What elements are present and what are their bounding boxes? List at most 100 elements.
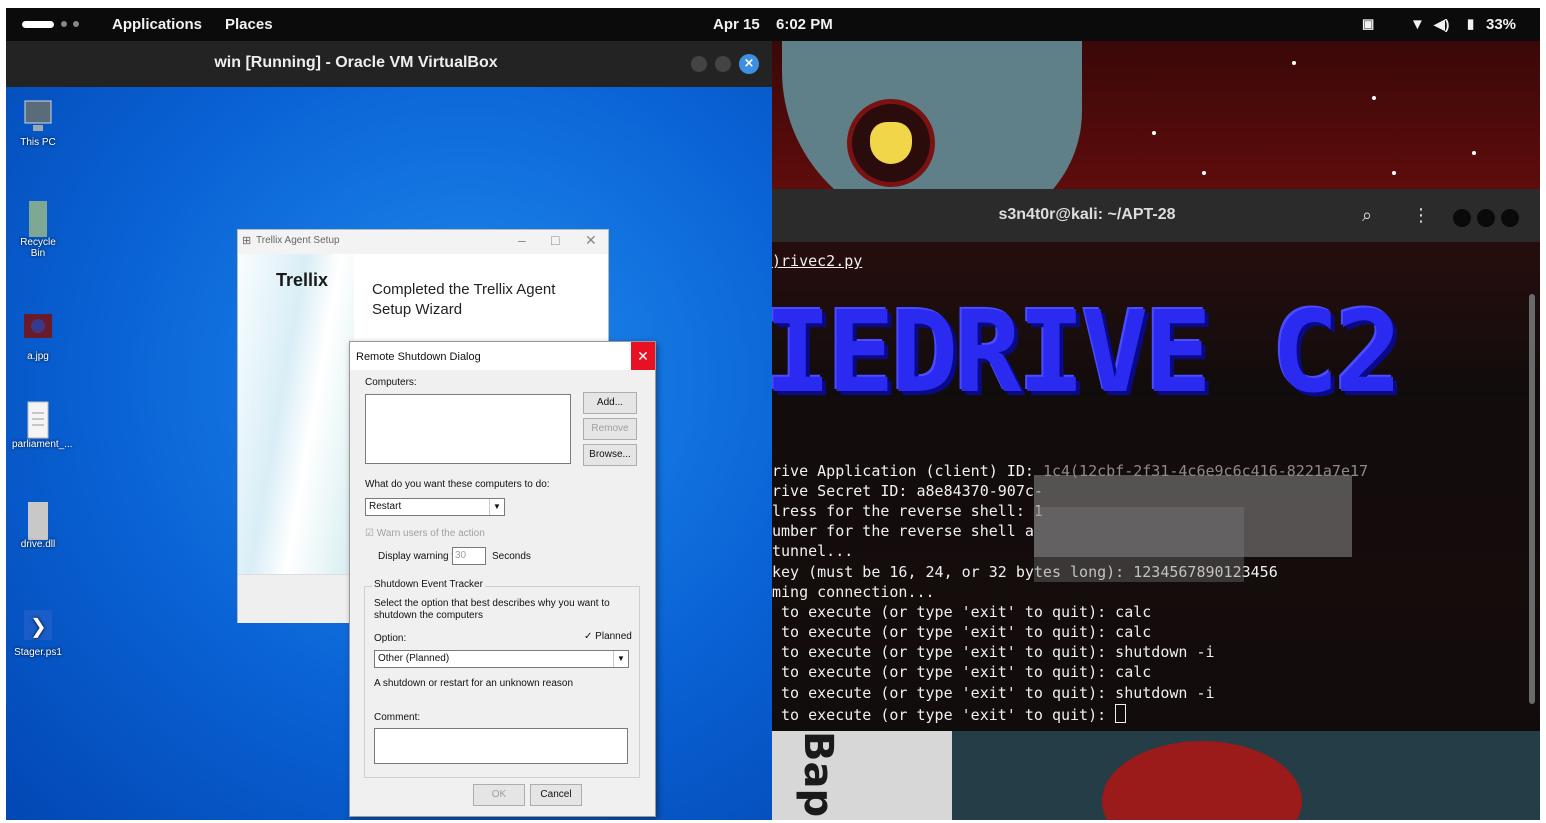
- terminal-output[interactable]: )rivec2.py IEDRIVE C2 rive Application (…: [772, 242, 1527, 731]
- trellix-side-banner: [238, 254, 354, 574]
- trellix-window-title: Trellix Agent Setup: [256, 235, 340, 246]
- desktop-icon-label: drive.dll: [20, 539, 56, 550]
- chevron-down-icon: ▼: [613, 651, 628, 667]
- browse-button[interactable]: Browse...: [583, 444, 637, 466]
- shutdown-titlebar[interactable]: Remote Shutdown Dialog ✕: [350, 342, 655, 370]
- desktop-icon-parliament[interactable]: parliament_...: [12, 401, 73, 450]
- shutdown-title: Remote Shutdown Dialog: [356, 351, 481, 363]
- remote-shutdown-dialog: Remote Shutdown Dialog ✕ Computers: Add.…: [349, 341, 656, 817]
- planned-checkbox[interactable]: ✓ Planned: [584, 631, 632, 642]
- action-label: What do you want these computers to do:: [365, 479, 550, 490]
- image-file-icon: [23, 313, 53, 347]
- wallpaper-emblem: [847, 99, 935, 187]
- terminal-scrollbar[interactable]: [1529, 294, 1535, 704]
- menu-icon[interactable]: ⋮: [1412, 205, 1430, 226]
- comment-label: Comment:: [374, 712, 421, 723]
- volume-icon[interactable]: ◀): [1434, 16, 1449, 33]
- planned-label: Planned: [595, 631, 632, 642]
- battery-percent: 33%: [1486, 16, 1517, 33]
- wallpaper-text: Bap: [795, 731, 841, 818]
- terminal-line: ming connection...: [772, 583, 935, 601]
- maximize-button[interactable]: [715, 56, 731, 72]
- comment-textarea[interactable]: [374, 728, 628, 764]
- trellix-titlebar[interactable]: ⊞ Trellix Agent Setup – □ ✕: [238, 230, 608, 254]
- desktop-icon-label: Stager.ps1: [14, 647, 62, 658]
- recycle-bin-icon: [23, 199, 53, 237]
- desktop-icon-a-jpg[interactable]: a.jpg: [12, 313, 64, 362]
- computers-label: Computers:: [365, 377, 417, 388]
- applications-menu[interactable]: Applications: [112, 16, 202, 33]
- close-button[interactable]: ✕: [585, 232, 597, 249]
- terminal-line: to execute (or type 'exit' to quit): cal…: [772, 603, 1152, 621]
- terminal-prompt-line: to execute (or type 'exit' to quit):: [772, 704, 1127, 724]
- warning-seconds-input[interactable]: 30: [452, 547, 486, 565]
- virtualbox-titlebar[interactable]: win [Running] - Oracle VM VirtualBox ×: [6, 41, 772, 87]
- places-menu[interactable]: Places: [225, 16, 273, 33]
- terminal-line: to execute (or type 'exit' to quit): cal…: [772, 663, 1152, 681]
- screen: Bap Applications Places Apr 15 6:02 PM ▣…: [6, 8, 1540, 820]
- terminal-window: s3n4t0r@kali: ~/APT-28 ⌕ ⋮ )rivec2.py IE…: [772, 189, 1540, 731]
- seconds-label: Seconds: [492, 551, 531, 562]
- chevron-down-icon: ▼: [489, 499, 504, 515]
- ascii-banner: IEDRIVE C2: [772, 288, 1402, 418]
- battery-icon[interactable]: ▮: [1467, 16, 1474, 32]
- minimize-button[interactable]: –: [518, 232, 526, 248]
- close-button[interactable]: [1501, 209, 1519, 227]
- desktop-icon-this-pc[interactable]: This PC: [12, 99, 64, 148]
- virtualbox-window: win [Running] - Oracle VM VirtualBox × T…: [6, 41, 772, 820]
- minimize-button[interactable]: [1453, 209, 1471, 227]
- terminal-titlebar[interactable]: s3n4t0r@kali: ~/APT-28 ⌕ ⋮: [772, 189, 1540, 242]
- action-select[interactable]: Restart ▼: [365, 498, 505, 516]
- ok-button[interactable]: OK: [473, 784, 525, 806]
- terminal-line: lress for the reverse shell: 1: [772, 502, 1043, 520]
- search-icon[interactable]: ⌕: [1362, 205, 1372, 226]
- close-button[interactable]: ×: [739, 54, 759, 74]
- display-warning-label: Display warning for: [378, 551, 464, 562]
- clock-time[interactable]: 6:02 PM: [776, 16, 833, 33]
- add-button[interactable]: Add...: [583, 392, 637, 414]
- check-icon: ✓: [584, 631, 593, 642]
- tracker-label: Shutdown Event Tracker: [372, 579, 485, 590]
- wifi-icon[interactable]: ▼: [1410, 16, 1425, 33]
- option-select-value: Other (Planned): [378, 653, 450, 664]
- powershell-icon: ❯: [23, 609, 53, 643]
- warn-users-label: Warn users of the action: [376, 528, 485, 539]
- desktop-icon-label: parliament_...: [12, 439, 73, 450]
- close-button[interactable]: ✕: [631, 342, 655, 370]
- terminal-title: s3n4t0r@kali: ~/APT-28: [998, 206, 1176, 223]
- terminal-line: to execute (or type 'exit' to quit): shu…: [772, 684, 1215, 702]
- terminal-line: )rivec2.py: [772, 252, 863, 270]
- screen-record-icon[interactable]: ▣: [1362, 16, 1374, 32]
- terminal-line: to execute (or type 'exit' to quit): shu…: [772, 643, 1215, 661]
- virtualbox-title: win [Running] - Oracle VM VirtualBox: [214, 54, 498, 71]
- top-panel: Applications Places Apr 15 6:02 PM ▣ ▼ ◀…: [6, 8, 1540, 41]
- terminal-line: to execute (or type 'exit' to quit): cal…: [772, 623, 1152, 641]
- desktop-icon-recycle-bin[interactable]: Recycle Bin: [12, 199, 64, 259]
- option-select[interactable]: Other (Planned) ▼: [374, 650, 629, 668]
- warn-users-checkbox[interactable]: ☑ Warn users of the action: [365, 528, 485, 539]
- document-icon: [23, 401, 53, 439]
- remove-button[interactable]: Remove: [583, 418, 637, 440]
- clock-date[interactable]: Apr 15: [713, 16, 760, 33]
- desktop-icon-label: This PC: [20, 137, 56, 148]
- maximize-button[interactable]: □: [551, 232, 559, 248]
- activities-indicator[interactable]: [22, 21, 54, 28]
- terminal-line: umber for the reverse shell a: [772, 522, 1034, 540]
- reason-text: A shutdown or restart for an unknown rea…: [374, 678, 574, 689]
- trellix-logo: Trellix: [276, 270, 329, 290]
- desktop-icon-stager[interactable]: ❯ Stager.ps1: [12, 609, 64, 658]
- minimize-button[interactable]: [691, 56, 707, 72]
- redaction-block: [1034, 507, 1244, 582]
- action-select-value: Restart: [369, 501, 402, 512]
- computer-icon: [23, 99, 53, 133]
- cancel-button[interactable]: Cancel: [530, 784, 582, 806]
- terminal-cursor: [1115, 704, 1127, 723]
- option-label: Option:: [374, 633, 407, 644]
- computers-list[interactable]: [365, 394, 571, 464]
- desktop-icon-label: Recycle Bin: [20, 237, 56, 259]
- terminal-line: tunnel...: [772, 542, 854, 560]
- maximize-button[interactable]: [1477, 209, 1495, 227]
- tracker-description: Select the option that best describes wh…: [374, 598, 610, 621]
- desktop-icon-drive-dll[interactable]: drive.dll: [12, 501, 64, 550]
- desktop-icon-label: a.jpg: [27, 351, 49, 362]
